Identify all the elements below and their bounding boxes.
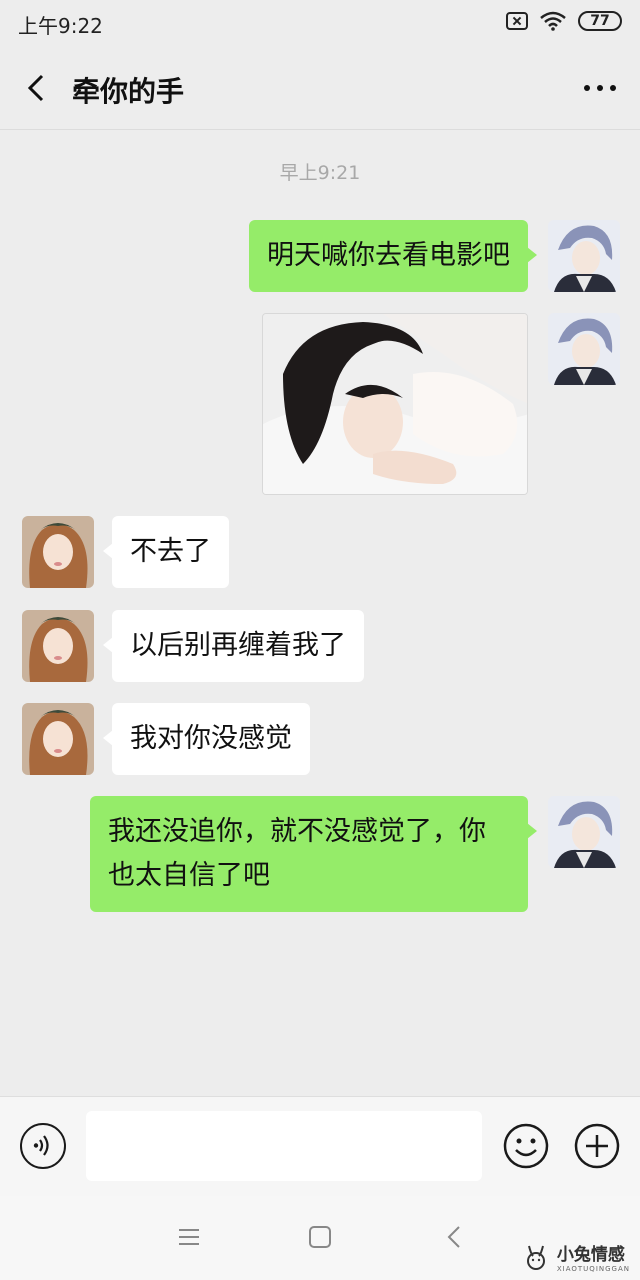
sim-off-icon (506, 12, 528, 30)
chevron-left-icon[interactable] (20, 68, 60, 108)
contact-avatar[interactable] (22, 516, 94, 588)
message-bubble[interactable]: 明天喊你去看电影吧 (249, 220, 537, 292)
plus-icon[interactable] (574, 1123, 620, 1169)
message-bubble[interactable]: 我对你没感觉 (103, 703, 310, 775)
status-time: 上午9:22 (18, 14, 103, 38)
watermark-subtext: XIAOTUQINGGAN (556, 1265, 630, 1273)
contact-avatar[interactable] (22, 703, 94, 775)
menu-icon[interactable] (174, 1222, 204, 1252)
my-avatar[interactable] (548, 796, 620, 868)
contact-avatar[interactable] (22, 610, 94, 682)
message-input[interactable] (86, 1111, 482, 1181)
more-dots-icon[interactable] (580, 70, 620, 106)
wifi-icon (540, 11, 566, 31)
home-icon[interactable] (305, 1222, 335, 1252)
watermark: 小兔情感 XIAOTUQINGGAN (521, 1240, 630, 1273)
emoji-icon[interactable] (503, 1123, 549, 1169)
message-bubble[interactable]: 不去了 (103, 516, 229, 588)
battery-icon: 77 (578, 11, 622, 31)
system-nav-bar: 小兔情感 XIAOTUQINGGAN (0, 1196, 640, 1280)
my-avatar[interactable] (548, 220, 620, 292)
rabbit-logo-icon (526, 1245, 545, 1270)
message-timestamp: 早上9:21 (279, 162, 361, 184)
chat-input-bar (0, 1096, 640, 1196)
status-icons: 77 (506, 11, 622, 31)
watermark-text: 小兔情感 (556, 1245, 625, 1265)
back-icon[interactable] (440, 1222, 470, 1252)
chat-header: 牵你的手 (0, 46, 640, 130)
message-bubble[interactable]: 我还没追你，就不没感觉了，你也太自信了吧 (90, 796, 537, 912)
voice-icon[interactable] (20, 1123, 66, 1169)
message-bubble[interactable]: 以后别再缠着我了 (103, 610, 364, 682)
photo-message[interactable] (262, 313, 528, 495)
chat-title: 牵你的手 (72, 75, 185, 108)
my-avatar[interactable] (548, 313, 620, 385)
status-bar: 上午9:22 77 (0, 0, 640, 46)
